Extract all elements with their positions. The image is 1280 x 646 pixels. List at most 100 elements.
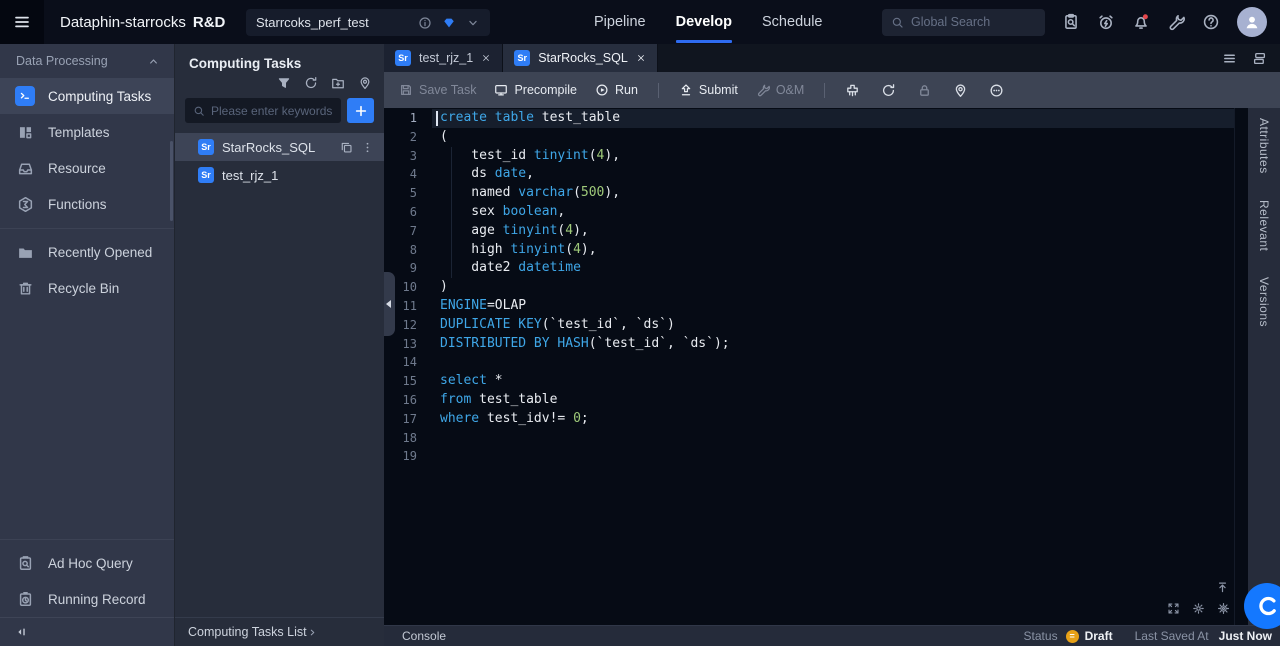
panel-collapse-handle[interactable]	[384, 272, 395, 336]
code-content: 1create table test_table2(3 test_id tiny…	[384, 109, 1248, 466]
precompile-button[interactable]: Precompile	[494, 83, 577, 97]
sidebar-item-label: Functions	[48, 197, 107, 212]
line-text: DISTRIBUTED BY HASH(`test_id`, `ds`);	[432, 335, 1234, 354]
project-selector[interactable]: Starrcoks_perf_test	[246, 9, 490, 36]
format-icon[interactable]	[845, 83, 860, 98]
chevron-down-icon[interactable]	[466, 16, 480, 30]
submit-button[interactable]: Submit	[679, 83, 738, 97]
task-type-badge: Sr	[395, 50, 411, 66]
line-text: date2 datetime	[432, 259, 1234, 278]
line-number: 7	[384, 222, 432, 241]
console-toggle[interactable]: Console	[402, 629, 446, 643]
locate-icon[interactable]	[953, 83, 968, 98]
nav-item-pipeline[interactable]: Pipeline	[594, 0, 646, 44]
editor-tab-test_rjz_1[interactable]: Srtest_rjz_1	[384, 44, 503, 72]
code-line: 19	[384, 447, 1248, 466]
more-icon[interactable]	[989, 83, 1004, 98]
sidebar-item-running-record[interactable]: Running Record	[0, 581, 174, 617]
editor-floating-actions	[1167, 581, 1230, 615]
lock-icon	[917, 83, 932, 98]
alarm-icon[interactable]	[1097, 13, 1115, 31]
brand-name: Dataphin-starrocks	[60, 14, 186, 31]
sidebar-item-computing-tasks[interactable]: Computing Tasks	[0, 78, 174, 114]
sidebar-collapse-bar[interactable]	[0, 617, 174, 646]
save-icon	[399, 83, 413, 97]
monitor-icon	[494, 83, 508, 97]
toolbar-button-label: Run	[615, 83, 638, 97]
tools-wrench-icon[interactable]	[1167, 13, 1185, 31]
text-cursor	[436, 111, 438, 126]
task-report-icon[interactable]	[1062, 13, 1080, 31]
running-icon	[15, 589, 35, 609]
line-text	[432, 353, 1234, 372]
close-tab-icon[interactable]	[636, 53, 646, 63]
code-line: 14	[384, 353, 1248, 372]
plus-icon	[354, 104, 368, 118]
sidebar-section-header[interactable]: Data Processing	[0, 44, 174, 78]
sidebar-item-functions[interactable]: Functions	[0, 186, 174, 222]
tree-item-actions	[340, 141, 374, 154]
notification-bell-icon[interactable]	[1132, 13, 1150, 31]
refresh-icon[interactable]	[881, 83, 896, 98]
refresh-icon[interactable]	[304, 76, 318, 90]
console-bar: Console Status Draft Last Saved At Just …	[384, 625, 1280, 646]
theme-icon[interactable]	[1192, 602, 1205, 615]
sidebar-scrollbar[interactable]	[170, 141, 173, 221]
nav-item-develop[interactable]: Develop	[676, 0, 732, 44]
gem-icon[interactable]	[442, 16, 456, 30]
sidebar-item-recently-opened[interactable]: Recently Opened	[0, 234, 174, 270]
run-button[interactable]: Run	[595, 83, 638, 97]
editor-fab-row	[1167, 602, 1230, 615]
code-line: 12DUPLICATE KEY(`test_id`, `ds`)	[384, 316, 1248, 335]
line-text: select *	[432, 372, 1234, 391]
code-line: 5 named varchar(500),	[384, 184, 1248, 203]
keyword-search-input[interactable]: Please enter keywords	[185, 98, 341, 123]
last-saved-label: Last Saved At	[1135, 629, 1209, 643]
computing-tasks-list-bar[interactable]: Computing Tasks List	[175, 617, 384, 646]
sidebar-item-recycle-bin[interactable]: Recycle Bin	[0, 270, 174, 306]
line-text: named varchar(500),	[432, 184, 1234, 203]
keyword-search-placeholder: Please enter keywords	[211, 104, 332, 118]
sidebar-item-ad-hoc-query[interactable]: Ad Hoc Query	[0, 545, 174, 581]
editor-tab-starrocks_sql[interactable]: SrStarRocks_SQL	[503, 44, 658, 72]
toolbar-group-primary: Save TaskPrecompileRun	[399, 83, 638, 97]
user-avatar[interactable]	[1237, 7, 1267, 37]
locate-icon[interactable]	[358, 76, 372, 90]
back-to-top-icon[interactable]	[1216, 581, 1229, 594]
info-icon[interactable]	[418, 16, 432, 30]
chevron-up-icon	[147, 55, 160, 68]
more-options-icon[interactable]	[361, 141, 374, 154]
main-menu-button[interactable]	[0, 0, 44, 44]
sidebar-item-resource[interactable]: Resource	[0, 150, 174, 186]
split-editor-icon[interactable]	[1252, 51, 1267, 66]
toolbar-button-label: Precompile	[514, 83, 577, 97]
tree-item-starrocks_sql[interactable]: SrStarRocks_SQL	[175, 133, 384, 161]
top-nav: Pipeline Develop Schedule	[594, 0, 822, 44]
chevron-right-icon	[307, 627, 318, 638]
global-search-input[interactable]: Global Search	[882, 9, 1045, 36]
tab-list-icon[interactable]	[1222, 51, 1237, 66]
filter-icon[interactable]	[277, 76, 291, 90]
tree-item-test_rjz_1[interactable]: Srtest_rjz_1	[175, 161, 384, 189]
sidebar-item-templates[interactable]: Templates	[0, 114, 174, 150]
copy-icon[interactable]	[340, 141, 353, 154]
nav-item-schedule[interactable]: Schedule	[762, 0, 822, 44]
task-tree: SrStarRocks_SQLSrtest_rjz_1	[175, 133, 384, 189]
task-type-badge: Sr	[514, 50, 530, 66]
rail-tab-versions[interactable]: Versions	[1257, 277, 1271, 327]
rail-tab-relevant[interactable]: Relevant	[1257, 200, 1271, 251]
code-editor[interactable]: 1create table test_table2(3 test_id tiny…	[384, 108, 1248, 625]
help-icon[interactable]	[1202, 13, 1220, 31]
folder-plus-icon[interactable]	[331, 76, 345, 90]
line-text: sex boolean,	[432, 203, 1234, 222]
close-tab-icon[interactable]	[481, 53, 491, 63]
rail-tab-attributes[interactable]: Attributes	[1257, 118, 1271, 174]
hamburger-icon	[14, 14, 30, 30]
editor-settings-icon[interactable]	[1217, 602, 1230, 615]
divider	[658, 83, 659, 98]
sidebar-item-label: Running Record	[48, 592, 146, 607]
toolbar-button-label: O&M	[776, 83, 804, 97]
fullscreen-icon[interactable]	[1167, 602, 1180, 615]
add-task-button[interactable]	[347, 98, 374, 123]
code-line: 13DISTRIBUTED BY HASH(`test_id`, `ds`);	[384, 335, 1248, 354]
